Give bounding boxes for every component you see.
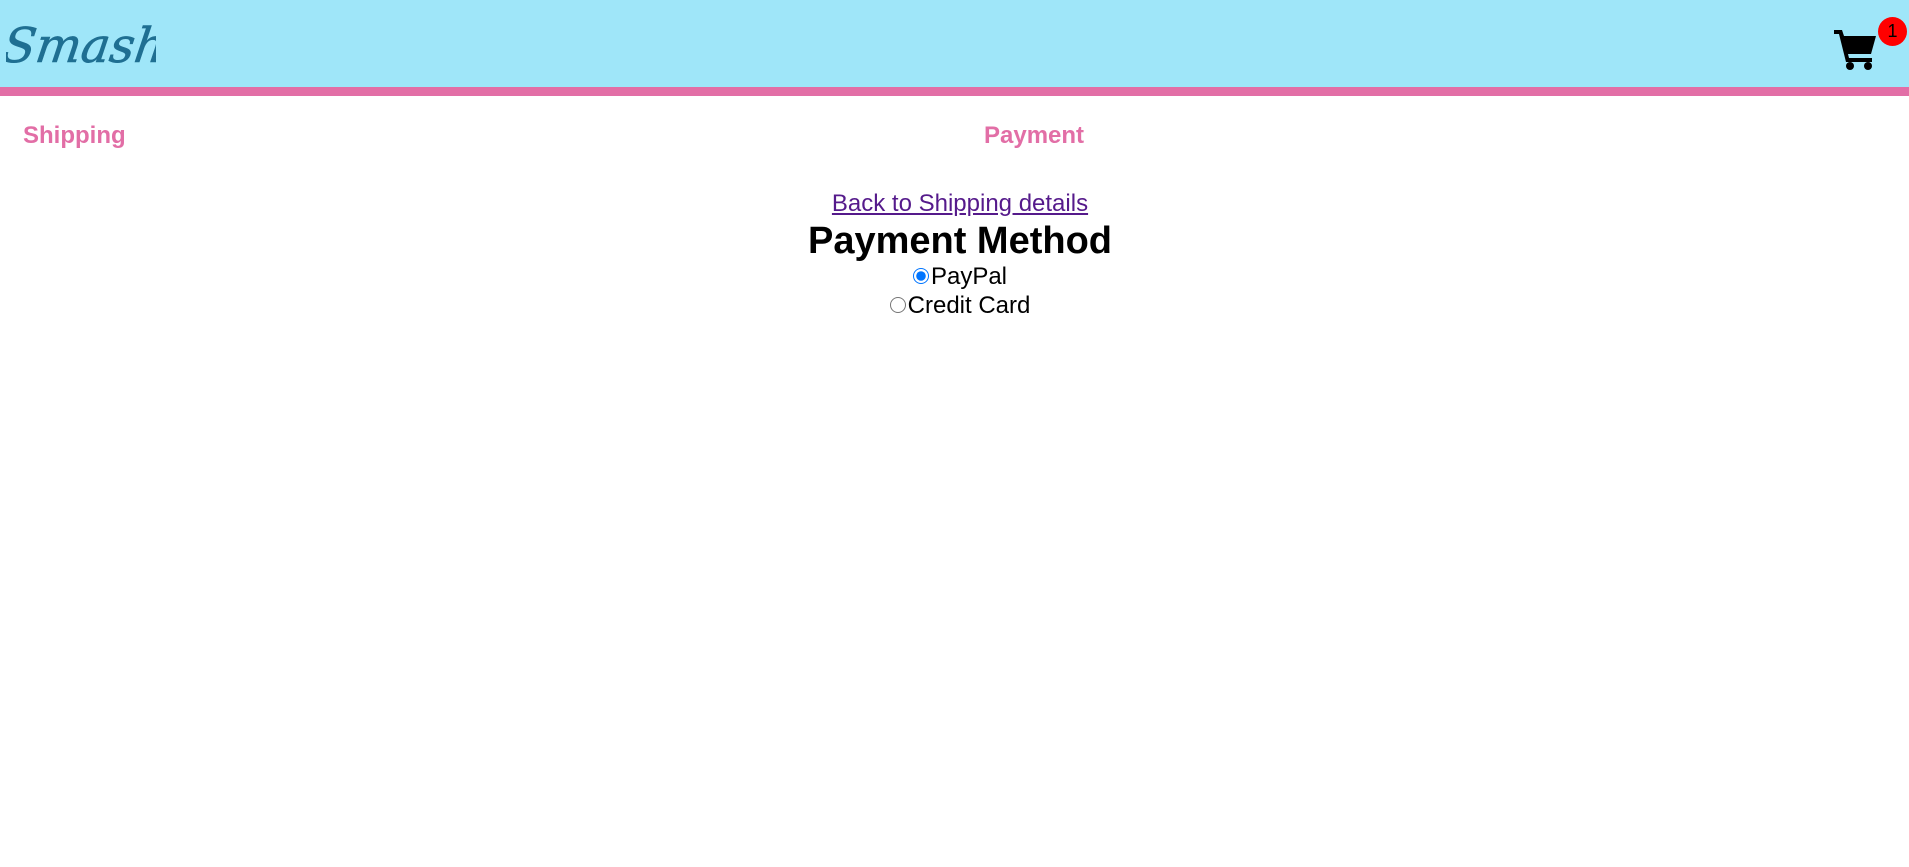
paypal-radio[interactable] [912, 267, 929, 284]
credit-card-radio[interactable] [889, 296, 906, 313]
paypal-label[interactable]: PayPal [931, 263, 1007, 290]
cart-button[interactable] [1834, 28, 1878, 70]
payment-option-paypal[interactable]: PayPal [0, 262, 1909, 291]
logo-lettering: Smash [6, 18, 156, 74]
back-to-shipping-link[interactable]: Back to Shipping details [832, 188, 1088, 220]
payment-option-credit-card[interactable]: Credit Card [0, 291, 1909, 320]
site-header: Smash 1 [0, 0, 1909, 96]
smash-logo[interactable]: Smash [6, 12, 156, 78]
cart-count-badge: 1 [1878, 17, 1907, 46]
shopping-cart-icon [1834, 30, 1876, 70]
page-title: Payment Method [807, 220, 1113, 262]
step-payment[interactable]: Payment [984, 122, 1084, 150]
payment-section: Back to Shipping details Payment Method … [0, 188, 1909, 320]
credit-card-label[interactable]: Credit Card [908, 292, 1031, 319]
step-shipping[interactable]: Shipping [23, 122, 126, 150]
